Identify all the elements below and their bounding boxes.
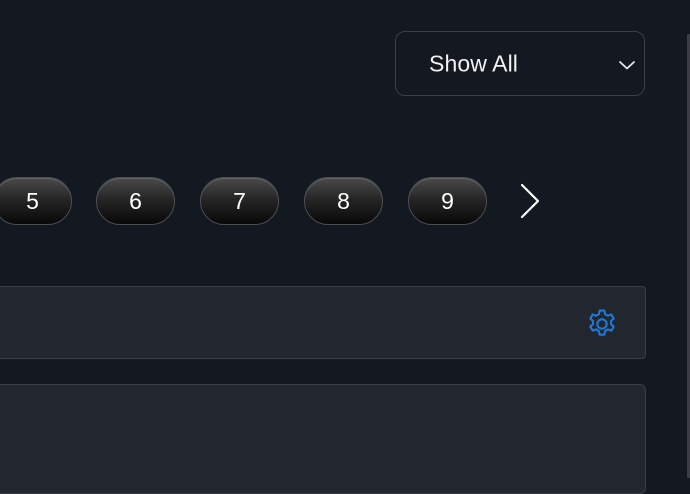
gear-icon[interactable] [585, 307, 619, 341]
filter-select[interactable]: Show All [395, 31, 645, 96]
page-button-5[interactable]: 5 [0, 177, 72, 225]
chevron-down-icon [619, 61, 635, 70]
page-button-7[interactable]: 7 [200, 177, 279, 225]
toolbar-panel [0, 286, 646, 359]
chevron-right-icon[interactable] [516, 181, 546, 221]
page-button-6[interactable]: 6 [96, 177, 175, 225]
pagination: 5 6 7 8 9 [0, 177, 560, 225]
filter-select-value: Show All [429, 50, 519, 76]
page-button-9[interactable]: 9 [408, 177, 487, 225]
page-button-8[interactable]: 8 [304, 177, 383, 225]
